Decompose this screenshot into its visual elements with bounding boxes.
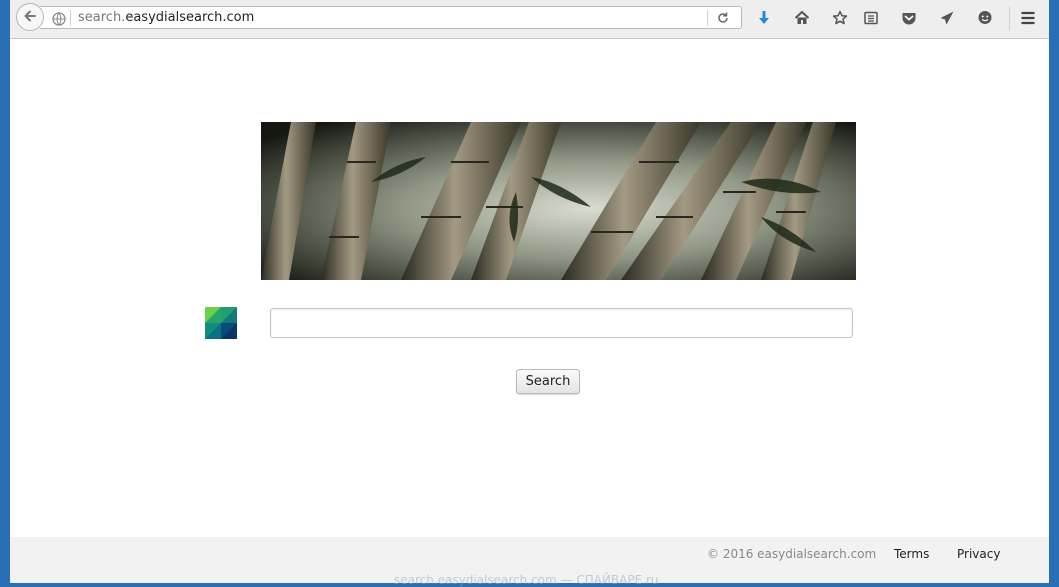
terms-link[interactable]: Terms — [894, 547, 929, 561]
url-prefix: search. — [78, 10, 126, 25]
back-arrow-icon — [23, 8, 37, 27]
pocket-icon[interactable] — [900, 9, 918, 27]
url-text[interactable]: search.easydialsearch.com — [78, 10, 254, 25]
browser-toolbar: search.easydialsearch.com — [10, 0, 1049, 39]
url-separator — [70, 10, 71, 26]
chat-icon[interactable] — [976, 9, 994, 27]
hamburger-menu-icon[interactable] — [1019, 9, 1037, 27]
toolbar-separator — [1009, 6, 1010, 30]
copyright-text: © 2016 easydialsearch.com — [707, 547, 877, 561]
bamboo-banner-image — [261, 122, 856, 280]
browser-window: search.easydialsearch.com Search © 2016 … — [10, 0, 1049, 583]
send-tab-icon[interactable] — [938, 9, 956, 27]
watermark-text: search.easydialsearch.com — СПАЙВАРЕ.ru — [394, 573, 659, 587]
reading-list-icon[interactable] — [862, 9, 880, 27]
globe-icon[interactable] — [52, 11, 66, 30]
url-domain: easydialsearch.com — [125, 10, 255, 25]
back-button[interactable] — [16, 3, 44, 31]
reload-separator — [707, 10, 708, 26]
download-icon[interactable] — [755, 9, 773, 27]
address-bar[interactable]: search.easydialsearch.com — [40, 6, 742, 29]
privacy-link[interactable]: Privacy — [957, 547, 1000, 561]
home-icon[interactable] — [793, 9, 811, 27]
search-input[interactable] — [270, 308, 853, 338]
reload-icon[interactable] — [716, 10, 730, 29]
search-button[interactable]: Search — [516, 369, 580, 394]
site-logo-icon — [205, 307, 237, 339]
bookmark-star-icon[interactable] — [831, 9, 849, 27]
